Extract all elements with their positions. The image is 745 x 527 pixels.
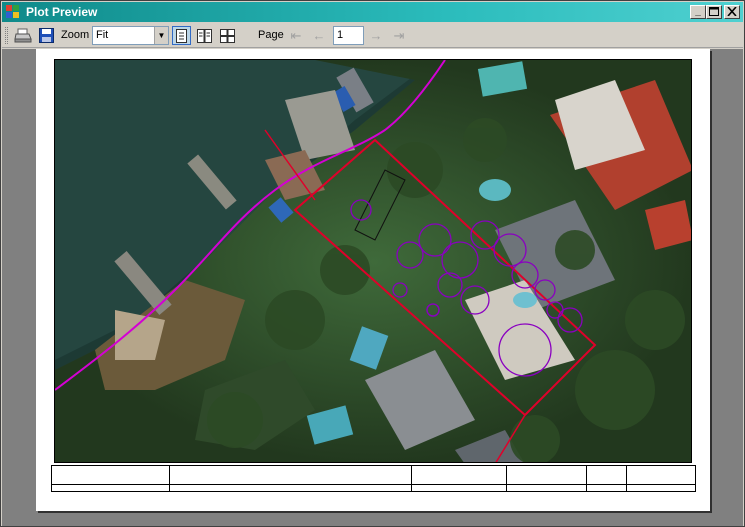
drawing-title-block	[51, 465, 696, 492]
previous-page-button[interactable]: ←	[311, 26, 327, 45]
close-icon	[727, 6, 737, 17]
printer-icon	[14, 28, 32, 42]
minimize-icon: _	[695, 6, 701, 17]
first-page-icon: ⇤	[290, 27, 302, 43]
print-button[interactable]	[13, 26, 33, 45]
page-label: Page	[258, 29, 284, 41]
aerial-map	[55, 60, 691, 462]
title-block-cell	[587, 466, 627, 491]
title-block-divider	[52, 484, 695, 485]
title-block-cell	[627, 466, 697, 491]
page-number-input[interactable]: 1	[333, 26, 364, 45]
minimize-button[interactable]: _	[690, 5, 706, 19]
window-title: Plot Preview	[26, 5, 98, 19]
title-block-cell	[52, 466, 170, 491]
four-pages-icon	[220, 28, 235, 43]
four-pages-view-button[interactable]	[218, 26, 237, 45]
title-block-cell	[507, 466, 587, 491]
title-block-cell	[412, 466, 507, 491]
single-page-view-button[interactable]	[172, 26, 191, 45]
print-page	[36, 49, 710, 511]
toolbar: Zoom Fit ▼ Page ⇤ ← 1 → ⇥	[2, 23, 743, 48]
two-pages-icon	[197, 28, 212, 43]
last-page-button[interactable]: ⇥	[391, 26, 407, 45]
zoom-value: Fit	[96, 29, 109, 41]
toolbar-grip[interactable]	[5, 27, 8, 44]
title-bar[interactable]: Plot Preview _	[2, 2, 743, 22]
close-button[interactable]	[724, 5, 740, 19]
maximize-icon	[709, 7, 719, 16]
last-page-icon: ⇥	[393, 27, 405, 43]
chevron-down-icon[interactable]: ▼	[154, 27, 168, 44]
next-page-icon: →	[369, 28, 383, 43]
save-button[interactable]	[36, 26, 56, 45]
plot-preview-window: Plot Preview _ Zoom Fit ▼ Page ⇤ ← 1 → ⇥	[0, 0, 745, 527]
maximize-button[interactable]	[706, 5, 722, 19]
two-pages-view-button[interactable]	[195, 26, 214, 45]
zoom-combobox[interactable]: Fit ▼	[92, 26, 169, 45]
first-page-button[interactable]: ⇤	[288, 26, 304, 45]
single-page-icon	[176, 28, 187, 43]
title-block-cell	[170, 466, 412, 491]
zoom-label: Zoom	[61, 29, 90, 41]
floppy-disk-icon	[38, 28, 54, 43]
next-page-button[interactable]: →	[368, 26, 384, 45]
previous-page-icon: ←	[312, 28, 326, 43]
aerial-photo-plot	[54, 59, 692, 463]
app-icon	[6, 5, 19, 18]
preview-canvas[interactable]	[2, 49, 743, 526]
